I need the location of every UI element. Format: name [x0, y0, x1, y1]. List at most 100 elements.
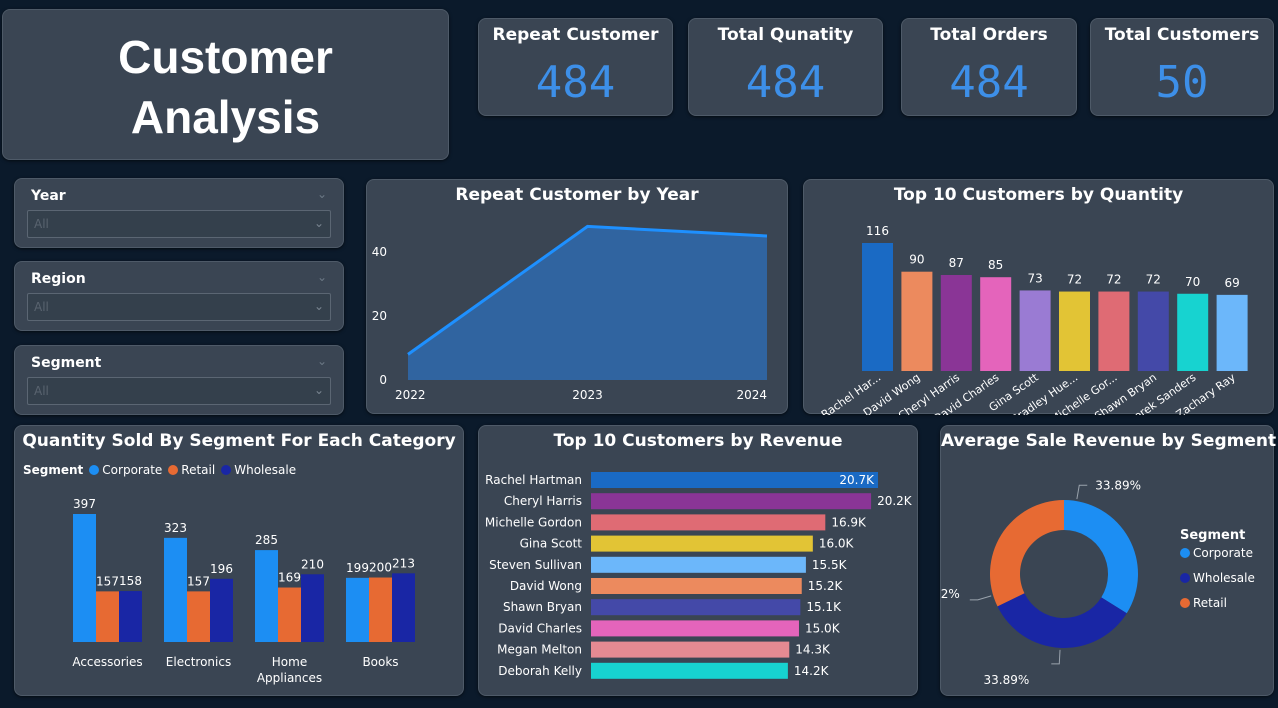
bar	[980, 277, 1012, 371]
data-label: 285	[255, 533, 278, 547]
legend-label: Wholesale	[1193, 571, 1255, 585]
data-label: 20.7K	[839, 473, 875, 487]
bar	[591, 493, 872, 510]
x-tick-label: Accessories	[72, 655, 142, 669]
leader-line	[969, 595, 992, 601]
data-label: 200	[369, 561, 392, 575]
data-label: 72	[1067, 273, 1082, 287]
data-label: 157	[96, 574, 119, 588]
donut-slice	[1064, 500, 1138, 614]
x-tick-label: 2024	[736, 388, 767, 402]
data-label: 15.1K	[806, 600, 842, 614]
chevron-down-icon: ⌄	[313, 216, 324, 230]
bar	[1059, 291, 1090, 371]
kpi-label: Repeat Customer	[492, 25, 659, 45]
avg-revenue-segment-card: Average Sale Revenue by Segment 33.89% 33…	[940, 425, 1276, 696]
bar	[392, 573, 415, 642]
kpi-value: 484	[745, 57, 826, 108]
title-card: Customer Analysis	[2, 9, 449, 160]
region-dropdown[interactable]: All ⌄	[27, 293, 331, 321]
data-label: 73	[1027, 271, 1042, 285]
data-label: 90	[909, 253, 924, 267]
bar	[210, 578, 233, 642]
x-tick-label: Electronics	[166, 655, 231, 669]
x-tick-label: 2022	[395, 388, 426, 402]
top10-quantity-card: Top 10 Customers by Quantity 116 Rachel H…	[803, 179, 1274, 415]
data-label: 16.9K	[831, 515, 867, 529]
data-label: 32.22%	[941, 587, 960, 601]
data-label: 15.0K	[805, 621, 841, 635]
data-label: 14.3K	[795, 643, 831, 657]
y-tick-label: David Charles	[498, 621, 582, 635]
kpi-label: Total Customers	[1104, 25, 1260, 45]
leader-line	[1076, 484, 1088, 500]
data-label: 20.2K	[877, 494, 913, 508]
bar	[862, 243, 893, 371]
data-label: 69	[1224, 276, 1239, 290]
bar	[591, 599, 801, 616]
data-label: 70	[1185, 275, 1200, 289]
data-label: 16.0K	[819, 537, 855, 551]
data-label: 196	[210, 562, 233, 576]
bar	[1177, 293, 1209, 371]
top10-quantity-chart: 116Rachel Har...90David Wong87Cheryl Har…	[819, 224, 1248, 415]
data-label: 33.89%	[984, 673, 1030, 687]
repeat-by-year-chart: 0 20 40 2022 2023 2024	[372, 224, 768, 402]
area-fill	[408, 226, 767, 380]
bar	[591, 662, 788, 679]
y-tick-label: Rachel Hartman	[485, 473, 582, 487]
bar	[1098, 291, 1130, 371]
y-tick-label: Deborah Kelly	[498, 664, 582, 678]
qty-by-segment-chart: 397157 158Accessories323157196Electronics…	[72, 497, 415, 685]
y-tick-label: Steven Sullivan	[489, 558, 582, 572]
kpi-value: 50	[1155, 57, 1209, 108]
bar	[164, 537, 187, 642]
slicer-label: Year	[31, 188, 66, 204]
legend-title: Segment	[1180, 528, 1245, 543]
data-label: 157	[187, 574, 210, 588]
data-label: 72	[1106, 273, 1121, 287]
data-label: 199	[346, 561, 369, 575]
page-title-line1: Customer	[118, 31, 333, 83]
year-dropdown[interactable]: All ⌄	[27, 210, 331, 238]
data-label: 85	[988, 258, 1003, 272]
chevron-down-icon[interactable]: ⌄	[317, 270, 327, 284]
bar	[119, 591, 142, 642]
kpi-label: Total Qunatity	[717, 25, 854, 45]
segment-dropdown[interactable]: All ⌄	[27, 377, 331, 405]
x-tick-label: Home	[272, 655, 307, 669]
top10-revenue-card: Top 10 Customers by Revenue Rachel Hartm…	[478, 425, 918, 696]
bar	[96, 591, 119, 642]
qty-by-segment-card: Quantity Sold By Segment For Each Catego…	[14, 425, 464, 696]
bar	[301, 574, 324, 642]
chevron-down-icon[interactable]: ⌄	[317, 354, 327, 368]
kpi-value: 484	[949, 57, 1029, 108]
chevron-down-icon: ⌄	[313, 299, 324, 313]
legend-dot	[1180, 548, 1190, 558]
kpi-total-quantity: Total Qunatity 484	[688, 18, 883, 116]
kpi-repeat-customer: Repeat Customer 484	[478, 18, 673, 116]
data-label: 213	[392, 556, 415, 570]
bar	[187, 591, 210, 642]
bar	[591, 514, 826, 531]
bar	[940, 275, 972, 371]
bar	[1019, 290, 1051, 371]
bar	[255, 550, 278, 642]
donut-slice	[990, 500, 1064, 607]
kpi-label: Total Orders	[930, 25, 1048, 45]
x-tick-label: 2023	[572, 388, 603, 402]
chevron-down-icon[interactable]: ⌄	[317, 187, 327, 201]
data-label: 158	[119, 574, 142, 588]
slicer-segment: Segment ⌄ All ⌄	[14, 345, 344, 415]
y-tick-label: Shawn Bryan	[503, 600, 582, 614]
y-tick-label: Gina Scott	[520, 537, 583, 551]
bar	[591, 472, 878, 488]
dropdown-value: All	[34, 217, 49, 231]
slicer-label: Region	[31, 271, 86, 287]
kpi-total-orders: Total Orders 484	[901, 18, 1077, 116]
data-label: 116	[866, 224, 889, 238]
slicer-region: Region ⌄ All ⌄	[14, 261, 344, 331]
data-label: 33.89%	[1095, 478, 1141, 492]
bar	[346, 577, 369, 642]
dropdown-value: All	[34, 384, 49, 398]
